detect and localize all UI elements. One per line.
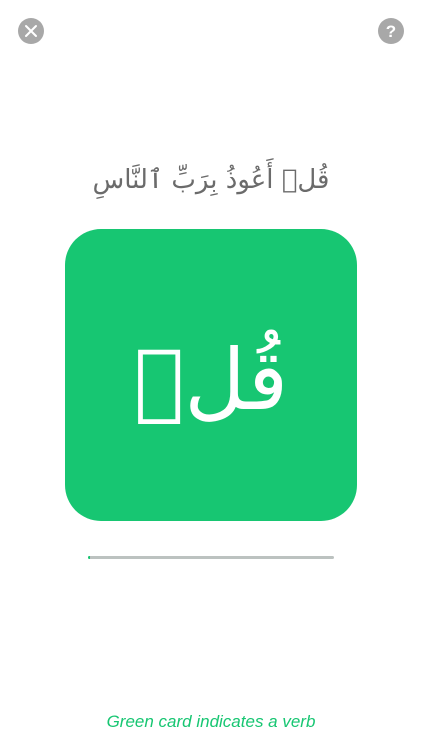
hint-text: Green card indicates a verb: [106, 712, 316, 731]
progress-fill: [88, 556, 91, 559]
progress-bar: [88, 556, 334, 559]
close-icon: [25, 25, 37, 37]
help-button[interactable]: ?: [378, 18, 404, 44]
close-button[interactable]: [18, 18, 44, 44]
word-card[interactable]: قُلۡ: [65, 229, 357, 521]
verse-text: قُلۡ أَعُوذُ بِرَبِّ ٱلنَّاسِ: [92, 165, 330, 195]
help-icon: ?: [385, 21, 397, 41]
card-word: قُلۡ: [133, 331, 289, 429]
